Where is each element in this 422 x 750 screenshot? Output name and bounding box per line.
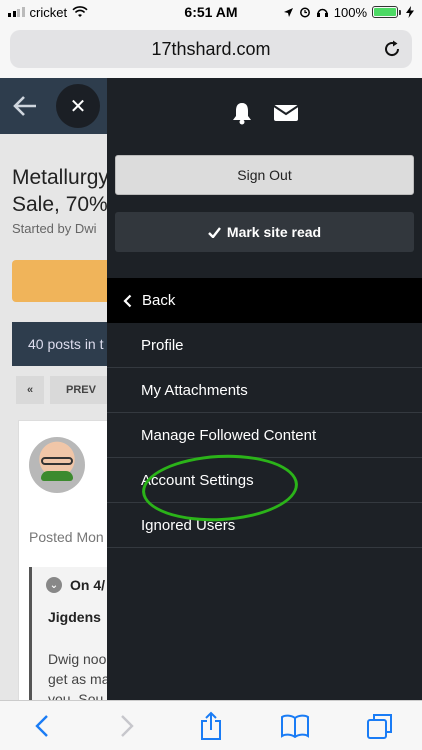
account-menu: Back Profile My Attachments Manage Follo… xyxy=(107,278,422,548)
notification-icons xyxy=(107,98,422,128)
back-button[interactable] xyxy=(27,711,57,741)
prev-page-button[interactable]: PREV xyxy=(50,376,112,404)
menu-back-label: Back xyxy=(142,292,176,309)
carrier-label: cricket xyxy=(29,4,68,20)
sign-out-button[interactable]: Sign Out xyxy=(115,155,414,195)
tabs-icon xyxy=(366,713,392,739)
quote-line: you. Sou xyxy=(48,691,104,700)
envelope-icon[interactable] xyxy=(272,103,299,123)
quote-header: ⌄ On 4/ xyxy=(46,577,105,593)
pagination: « PREV xyxy=(16,376,112,404)
chevron-right-icon xyxy=(120,714,134,737)
cell-signal-icon xyxy=(8,7,25,17)
battery-percent: 100% xyxy=(333,4,367,20)
close-icon: ✕ xyxy=(69,95,87,118)
charging-icon xyxy=(406,6,414,18)
menu-item-manage-followed-content[interactable]: Manage Followed Content xyxy=(107,413,422,458)
quote-author: Jigdens xyxy=(48,609,101,625)
clock: 6:51 AM xyxy=(184,4,238,20)
menu-item-my-attachments[interactable]: My Attachments xyxy=(107,368,422,413)
menu-back-button[interactable]: Back xyxy=(107,278,422,323)
menu-item-ignored-users[interactable]: Ignored Users xyxy=(107,503,422,548)
battery-icon xyxy=(372,6,401,18)
share-button[interactable] xyxy=(196,711,226,741)
back-arrow-icon[interactable] xyxy=(12,94,38,118)
browser-chrome: 17thshard.com xyxy=(0,24,422,78)
menu-item-profile[interactable]: Profile xyxy=(107,323,422,368)
checkmark-icon xyxy=(208,226,221,238)
browser-toolbar xyxy=(0,700,422,750)
wifi-icon xyxy=(72,6,88,17)
menu-item-account-settings[interactable]: Account Settings xyxy=(107,458,422,503)
headphones-icon xyxy=(316,8,328,17)
quote-text: Dwig noo get as ma you. Sou xyxy=(48,649,109,700)
quote-date: On 4/ xyxy=(70,577,106,593)
user-menu-drawer: Sign Out Mark site read Back Profile My … xyxy=(107,78,422,700)
post-date: Posted Mon xyxy=(29,529,104,545)
status-bar: cricket 6:51 AM 100% xyxy=(0,0,422,24)
quote-line: get as ma xyxy=(48,671,110,687)
chevron-left-icon xyxy=(35,714,49,737)
book-icon xyxy=(281,714,310,738)
location-icon xyxy=(283,7,293,17)
url-text: 17thshard.com xyxy=(151,38,271,59)
alarm-icon xyxy=(299,7,310,18)
bell-icon[interactable] xyxy=(231,101,253,125)
mark-site-read-button[interactable]: Mark site read xyxy=(115,212,414,252)
first-page-button[interactable]: « xyxy=(16,376,44,404)
tabs-button[interactable] xyxy=(365,711,395,741)
share-icon xyxy=(200,711,221,740)
reload-icon[interactable] xyxy=(382,39,402,59)
forward-button[interactable] xyxy=(112,711,142,741)
chevron-down-icon[interactable]: ⌄ xyxy=(46,577,62,593)
bookmarks-button[interactable] xyxy=(280,711,310,741)
chevron-left-icon xyxy=(123,294,132,307)
mark-site-read-label: Mark site read xyxy=(226,224,322,240)
quote-line: Dwig noo xyxy=(48,651,107,667)
thread-started-by: Started by Dwi xyxy=(12,221,97,236)
address-bar[interactable]: 17thshard.com xyxy=(10,30,412,68)
close-menu-button[interactable]: ✕ xyxy=(56,84,100,128)
avatar[interactable] xyxy=(29,437,85,493)
